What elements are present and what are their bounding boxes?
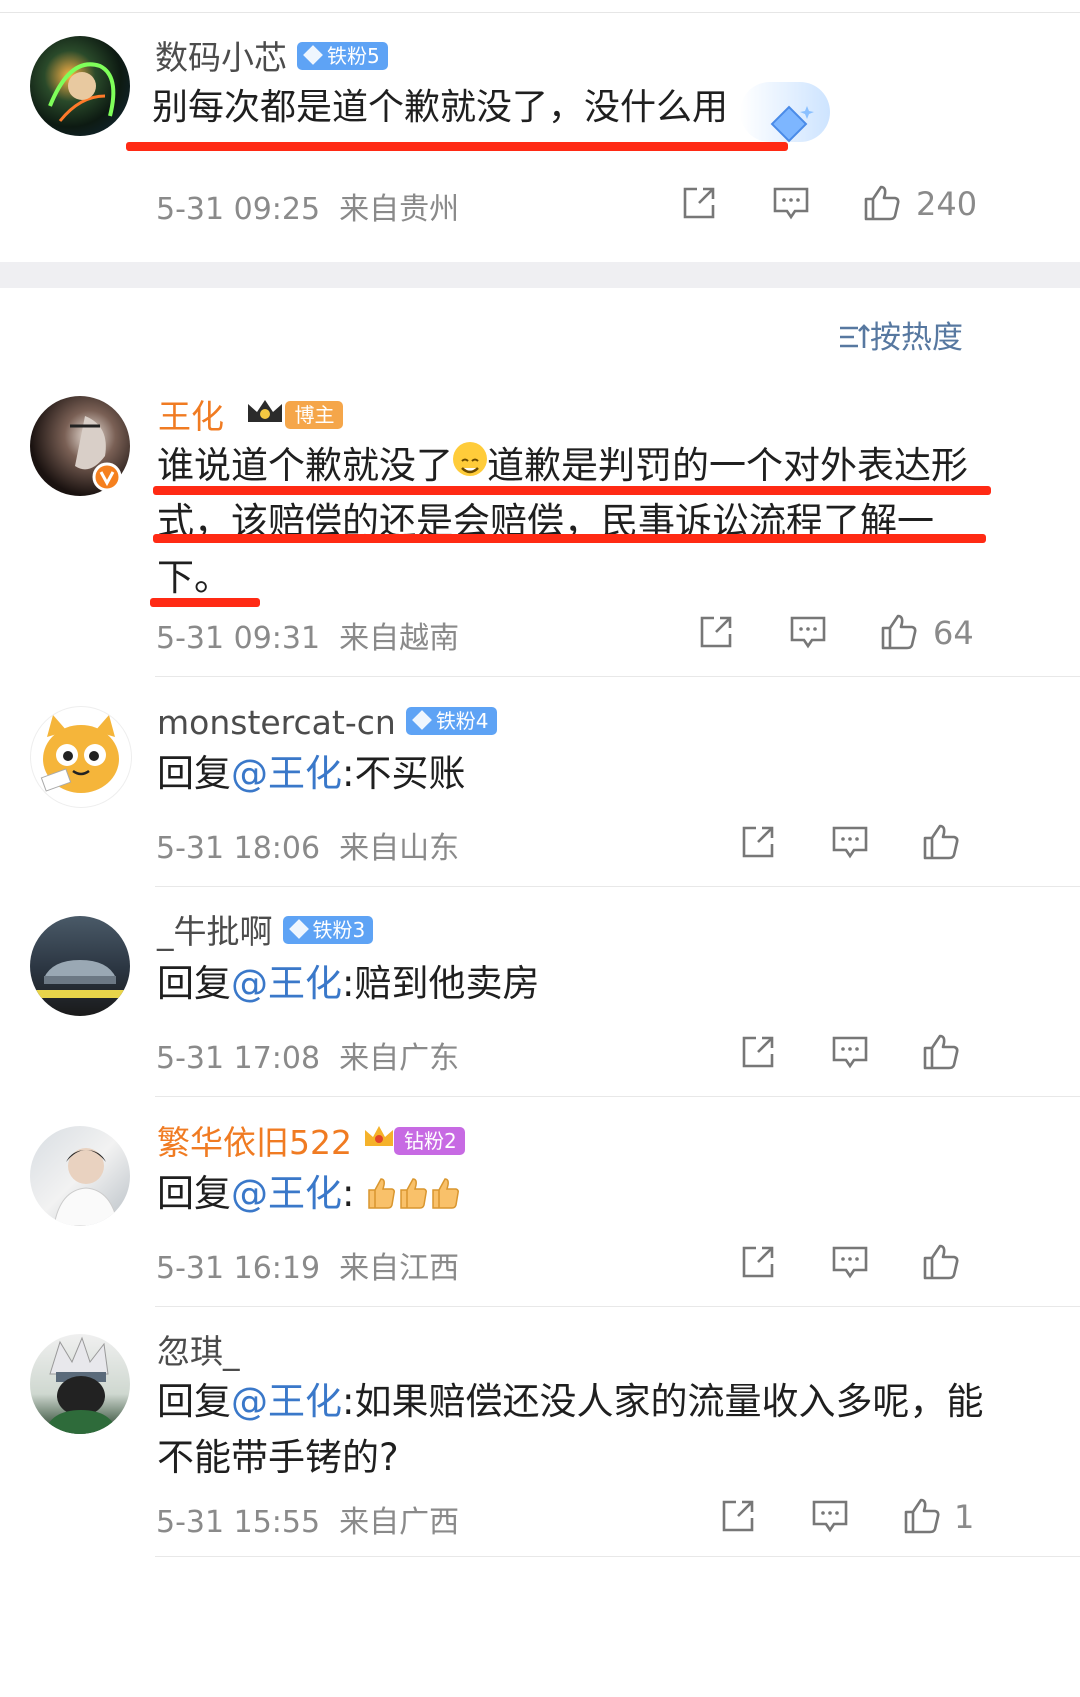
avatar[interactable] <box>30 1126 130 1226</box>
red-underline <box>150 598 260 607</box>
fan-badge: 铁粉5 <box>297 42 388 70</box>
username[interactable]: 忽琪_ <box>157 1332 240 1371</box>
thumbs-up-emoji-icon <box>400 1178 428 1209</box>
avatar[interactable] <box>30 916 130 1016</box>
comment-text: 回复@王化: <box>157 1166 462 1222</box>
like-icon[interactable] <box>921 1242 961 1282</box>
diamond-icon <box>303 45 323 65</box>
divider <box>155 1306 1080 1307</box>
diamond-icon <box>411 710 432 730</box>
avatar[interactable] <box>30 36 130 136</box>
comment-meta: 5-31 09:31 来自越南 <box>156 613 459 657</box>
like-count: 1 <box>954 1498 975 1536</box>
location: 来自江西 <box>339 1251 460 1286</box>
comment-meta: 5-31 16:19 来自江西 <box>156 1243 459 1287</box>
mention-link[interactable]: @王化 <box>231 962 342 1005</box>
comment-text: 回复@王化:赔到他卖房 <box>157 962 540 1005</box>
share-icon[interactable] <box>718 1496 758 1536</box>
share-icon[interactable] <box>738 822 778 862</box>
sort-icon <box>840 324 870 348</box>
divider <box>155 676 1080 677</box>
avatar[interactable] <box>30 1334 130 1434</box>
comment-icon[interactable] <box>830 822 870 862</box>
diamond-icon <box>288 919 309 939</box>
comment-icon[interactable] <box>771 183 811 223</box>
red-underline <box>126 142 788 151</box>
verified-icon <box>92 462 122 492</box>
share-icon[interactable] <box>738 1032 778 1072</box>
avatar[interactable] <box>30 706 132 808</box>
location: 来自广东 <box>339 1041 460 1076</box>
location: 来自广西 <box>339 1505 460 1540</box>
comment-text: 回复@王化:如果赔偿还没人家的流量收入多呢，能 不能带手铐的? <box>157 1380 984 1479</box>
red-underline <box>153 534 986 543</box>
share-icon[interactable] <box>738 1242 778 1282</box>
comment-icon[interactable] <box>788 612 828 652</box>
comment-author[interactable]: 王化 博主 <box>158 396 343 437</box>
avatar-image <box>48 62 116 122</box>
fan-badge: 铁粉4 <box>405 707 497 735</box>
location: 来自贵州 <box>339 192 460 227</box>
top-divider <box>0 12 1080 13</box>
fan-badge: 钻粉2 <box>394 1127 465 1155</box>
like-icon[interactable] <box>902 1496 942 1536</box>
comment-meta: 5-31 18:06 来自山东 <box>156 823 459 867</box>
thumbs-up-emoji-icon <box>368 1178 396 1209</box>
share-icon[interactable] <box>696 612 736 652</box>
blogger-badge: 博主 <box>284 401 343 429</box>
ninja-avatar-image <box>44 1336 118 1434</box>
comment-meta: 5-31 17:08 来自广东 <box>156 1033 459 1077</box>
location: 来自越南 <box>339 621 460 656</box>
location: 来自山东 <box>339 831 460 866</box>
crown-icon <box>247 400 282 422</box>
timestamp: 5-31 15:55 <box>156 1505 321 1540</box>
section-separator <box>0 262 1080 288</box>
crown-icon <box>365 1126 393 1146</box>
username[interactable]: 数码小芯 <box>155 38 287 77</box>
timestamp: 5-31 18:06 <box>156 831 321 866</box>
divider <box>155 1096 1080 1097</box>
mention-link[interactable]: @王化 <box>231 1380 342 1423</box>
comment-author[interactable]: 忽琪_ <box>157 1332 240 1372</box>
fan-badge: 铁粉3 <box>282 916 374 944</box>
username[interactable]: _牛批啊 <box>157 912 273 951</box>
comment-author[interactable]: monstercat-cn 铁粉4 <box>157 703 497 743</box>
car-avatar-image <box>36 960 124 998</box>
sort-button[interactable]: 按热度 <box>838 312 963 357</box>
username[interactable]: monstercat-cn <box>157 703 396 742</box>
like-icon[interactable] <box>862 183 902 223</box>
divider <box>155 886 1080 887</box>
username[interactable]: 繁华依旧522 <box>157 1123 352 1162</box>
like-count: 240 <box>916 185 978 223</box>
share-icon[interactable] <box>679 183 719 223</box>
comment-text: 谁说道个歉就没了 道歉是判罚的一个对外表达形 式，该赔偿的还是会赔偿，民事诉讼流程… <box>157 442 968 599</box>
comment-icon[interactable] <box>830 1242 870 1282</box>
comment-icon[interactable] <box>810 1496 850 1536</box>
like-icon[interactable] <box>879 612 919 652</box>
thumbs-up-emoji-icon <box>432 1178 460 1209</box>
username[interactable]: 王化 <box>158 397 224 436</box>
like-count: 64 <box>933 614 974 652</box>
timestamp: 5-31 16:19 <box>156 1251 321 1286</box>
grinning-face-emoji-icon <box>453 442 487 476</box>
mention-link[interactable]: @王化 <box>231 752 342 795</box>
comment-text: 回复@王化:不买账 <box>157 752 466 795</box>
comment-author[interactable]: _牛批啊 铁粉3 <box>157 912 374 952</box>
divider <box>155 1556 1080 1557</box>
comment-author[interactable]: 繁华依旧522 钻粉2 <box>157 1122 465 1163</box>
person-avatar-image <box>53 1148 119 1226</box>
cat-avatar-image <box>40 715 119 793</box>
comment-meta: 5-31 09:25 来自贵州 <box>156 184 459 228</box>
timestamp: 5-31 17:08 <box>156 1041 321 1076</box>
comment-text: 别每次都是道个歉就没了，没什么用 <box>152 87 729 128</box>
timestamp: 5-31 09:25 <box>156 192 321 227</box>
comment-author[interactable]: 数码小芯 铁粉5 <box>155 38 388 78</box>
like-icon[interactable] <box>921 822 961 862</box>
timestamp: 5-31 09:31 <box>156 621 321 656</box>
comment-icon[interactable] <box>830 1032 870 1072</box>
mention-link[interactable]: @王化 <box>231 1172 342 1215</box>
comment-meta: 5-31 15:55 来自广西 <box>156 1497 459 1541</box>
red-underline <box>153 486 991 495</box>
like-icon[interactable] <box>921 1032 961 1072</box>
